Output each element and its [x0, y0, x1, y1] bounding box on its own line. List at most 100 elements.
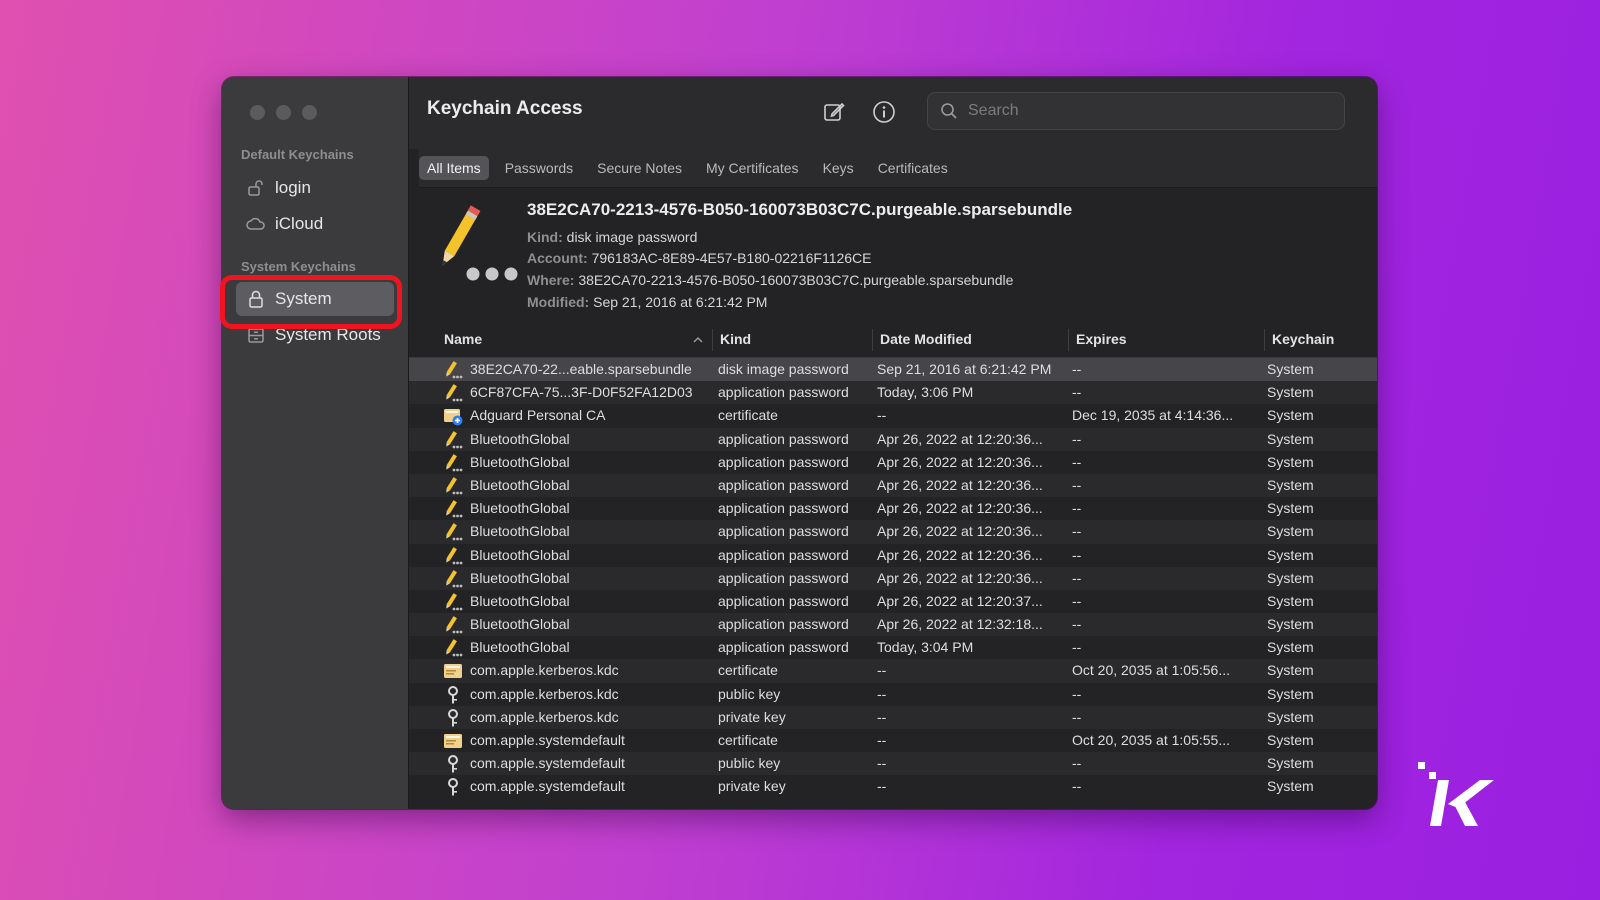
- tab-keys[interactable]: Keys: [815, 156, 862, 180]
- cell-keychain: System: [1267, 384, 1314, 401]
- cell-keychain: System: [1267, 476, 1314, 493]
- cell-kind: disk image password: [718, 361, 849, 377]
- table-row[interactable]: BluetoothGlobal application password Apr 2…: [409, 451, 1377, 474]
- table-row[interactable]: 6CF87CFA-75...3F-D0F52FA12D03 application…: [409, 381, 1377, 405]
- detail-account-value: 796183AC-8E89-4E57-B180-02216F1126CE: [591, 250, 872, 266]
- column-header-expires[interactable]: Expires: [1076, 331, 1127, 347]
- column-divider[interactable]: [872, 329, 873, 351]
- sidebar-item-login[interactable]: login: [236, 171, 394, 205]
- table-row[interactable]: com.apple.systemdefault public key -- -- Sys…: [409, 752, 1377, 776]
- table-row[interactable]: Adguard Personal CA certificate -- Dec 19, …: [409, 404, 1377, 427]
- cell-kind: application password: [718, 546, 849, 563]
- cell-name: com.apple.kerberos.kdc: [470, 685, 619, 702]
- main-pane: Keychain Access All Items Passwords Secu…: [409, 77, 1377, 809]
- unlock-icon: [245, 177, 267, 199]
- table-row[interactable]: com.apple.systemdefault private key -- -- Sy…: [409, 775, 1377, 798]
- window-controls: [250, 105, 317, 120]
- table-row[interactable]: BluetoothGlobal application password Apr 2…: [409, 427, 1377, 451]
- cell-keychain: System: [1267, 453, 1314, 470]
- cell-date-modified: Apr 26, 2022 at 12:20:36...: [877, 453, 1043, 470]
- cell-expires: --: [1072, 755, 1082, 772]
- search-field[interactable]: [927, 92, 1345, 130]
- cell-kind: application password: [718, 523, 849, 540]
- cell-kind: certificate: [718, 662, 778, 679]
- table-row[interactable]: BluetoothGlobal application password Apr 2…: [409, 497, 1377, 520]
- cell-keychain: System: [1267, 430, 1314, 447]
- cell-expires: --: [1072, 685, 1082, 702]
- cell-date-modified: Apr 26, 2022 at 12:20:37...: [877, 592, 1043, 609]
- cell-expires: --: [1072, 523, 1082, 540]
- cell-name: BluetoothGlobal: [470, 639, 570, 656]
- table-row[interactable]: BluetoothGlobal application password Apr 2…: [409, 613, 1377, 637]
- table-row[interactable]: com.apple.systemdefault certificate -- Oct …: [409, 729, 1377, 752]
- column-header-date-modified[interactable]: Date Modified: [880, 331, 972, 347]
- cell-kind: application password: [718, 430, 849, 447]
- search-input[interactable]: [966, 101, 1330, 121]
- detail-where-value: 38E2CA70-2213-4576-B050-160073B03C7C.pur…: [578, 272, 1014, 288]
- tab-passwords[interactable]: Passwords: [497, 156, 581, 180]
- table-row[interactable]: BluetoothGlobal application password Apr 2…: [409, 544, 1377, 567]
- tab-my-certificates[interactable]: My Certificates: [698, 156, 807, 180]
- tab-certificates[interactable]: Certificates: [870, 156, 956, 180]
- search-icon: [940, 102, 958, 120]
- new-item-button[interactable]: [821, 99, 847, 125]
- column-divider[interactable]: [1068, 329, 1069, 351]
- table-row[interactable]: BluetoothGlobal application password Apr 2…: [409, 520, 1377, 544]
- close-window-button[interactable]: [250, 105, 265, 120]
- column-header-keychain[interactable]: Keychain: [1272, 331, 1334, 347]
- cell-keychain: System: [1267, 662, 1314, 679]
- cell-date-modified: Sep 21, 2016 at 6:21:42 PM: [877, 361, 1052, 377]
- certificate-icon: [443, 731, 463, 751]
- cell-name: com.apple.systemdefault: [470, 755, 625, 772]
- sidebar-item-icloud[interactable]: iCloud: [236, 207, 394, 241]
- cell-kind: application password: [718, 384, 849, 401]
- cell-date-modified: --: [877, 755, 887, 772]
- table-row[interactable]: com.apple.kerberos.kdc certificate -- Oct 2…: [409, 659, 1377, 683]
- cell-name: com.apple.systemdefault: [470, 778, 625, 795]
- column-header-kind[interactable]: Kind: [720, 331, 751, 347]
- minimize-window-button[interactable]: [276, 105, 291, 120]
- cell-date-modified: --: [877, 778, 887, 795]
- password-icon: [443, 430, 463, 450]
- password-icon: [443, 546, 463, 566]
- sort-ascending-icon[interactable]: [692, 332, 704, 350]
- cell-keychain: System: [1267, 407, 1314, 424]
- cell-kind: public key: [718, 685, 781, 702]
- zoom-window-button[interactable]: [302, 105, 317, 120]
- tab-all-items[interactable]: All Items: [419, 156, 489, 180]
- column-divider[interactable]: [712, 329, 713, 351]
- table-row[interactable]: 38E2CA70-22...eable.sparsebundle disk ima…: [409, 358, 1377, 382]
- cell-date-modified: Apr 26, 2022 at 12:20:36...: [877, 476, 1043, 493]
- password-icon: [443, 499, 463, 519]
- table-row[interactable]: BluetoothGlobal application password Apr 2…: [409, 566, 1377, 590]
- cell-name: BluetoothGlobal: [470, 500, 570, 517]
- cell-name: BluetoothGlobal: [470, 476, 570, 493]
- column-header-name[interactable]: Name: [444, 331, 482, 347]
- tab-secure-notes[interactable]: Secure Notes: [589, 156, 690, 180]
- cell-name: BluetoothGlobal: [470, 569, 570, 586]
- detail-modified-label: Modified:: [527, 294, 590, 310]
- cell-date-modified: --: [877, 662, 887, 679]
- column-divider[interactable]: [1264, 329, 1265, 351]
- get-info-button[interactable]: [871, 99, 897, 125]
- category-tabs: All Items Passwords Secure Notes My Cert…: [419, 149, 1377, 188]
- table-row[interactable]: BluetoothGlobal application password Apr 2…: [409, 473, 1377, 498]
- table-row[interactable]: com.apple.kerberos.kdc public key -- -- Syst…: [409, 683, 1377, 706]
- table-row[interactable]: com.apple.kerberos.kdc private key -- -- Sys…: [409, 705, 1377, 729]
- keychain-access-window: Default Keychains login iCloud System Ke…: [222, 77, 1377, 809]
- cell-name: com.apple.kerberos.kdc: [470, 708, 619, 725]
- table-header: Name Kind Date Modified Expires Keychain: [409, 323, 1377, 358]
- cell-kind: application password: [718, 592, 849, 609]
- table-row[interactable]: BluetoothGlobal application password Apr 2…: [409, 590, 1377, 613]
- cell-expires: --: [1072, 708, 1082, 725]
- sidebar-item-label: login: [275, 178, 311, 197]
- cell-expires: Dec 19, 2035 at 4:14:36...: [1072, 407, 1234, 424]
- cell-name: com.apple.systemdefault: [470, 732, 625, 748]
- cell-date-modified: --: [877, 407, 887, 424]
- table-row[interactable]: BluetoothGlobal application password Today…: [409, 636, 1377, 659]
- cell-kind: application password: [718, 476, 849, 493]
- detail-modified: Modified: Sep 21, 2016 at 6:21:42 PM: [527, 294, 767, 310]
- cell-name: 38E2CA70-22...eable.sparsebundle: [470, 361, 692, 377]
- cloud-icon: [245, 213, 267, 235]
- key-icon: [443, 754, 463, 774]
